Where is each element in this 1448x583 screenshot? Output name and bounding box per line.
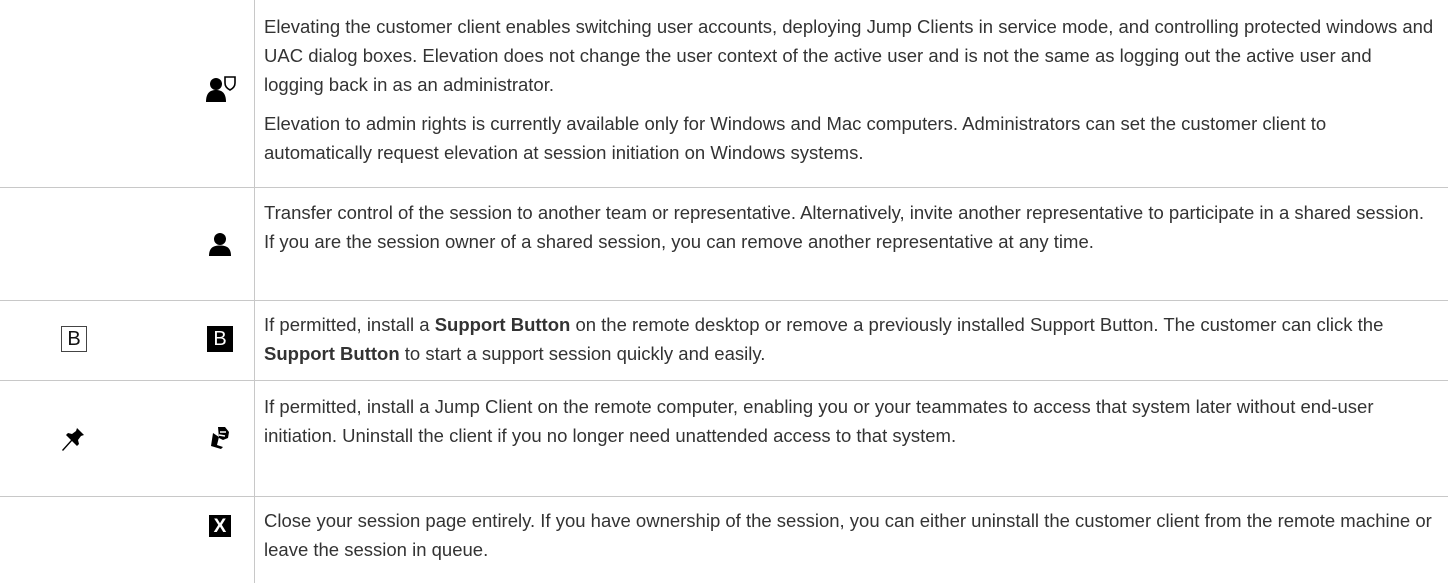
row-description: Transfer control of the session to anoth… bbox=[264, 198, 1434, 256]
unpin-icon[interactable] bbox=[209, 425, 231, 449]
description-paragraph: If permitted, install a Support Button o… bbox=[264, 310, 1434, 368]
icon-letter: B bbox=[61, 326, 87, 352]
table-row-close-session: X Close your session page entirely. If y… bbox=[0, 497, 1448, 583]
support-button-install-icon[interactable]: B bbox=[61, 326, 87, 352]
description-paragraph: Transfer control of the session to anoth… bbox=[264, 202, 1424, 252]
table-row-jump-client: If permitted, install a Jump Client on t… bbox=[0, 381, 1448, 497]
feature-table: Elevating the customer client enables sw… bbox=[0, 0, 1448, 583]
description-paragraph: Close your session page entirely. If you… bbox=[264, 510, 1432, 560]
row-description: If permitted, install a Support Button o… bbox=[264, 310, 1434, 368]
table-row-elevation: Elevating the customer client enables sw… bbox=[0, 0, 1448, 188]
text-segment: on the remote desktop or remove a previo… bbox=[570, 314, 1384, 335]
support-button-term: Support Button bbox=[264, 343, 400, 364]
row-description: Elevating the customer client enables sw… bbox=[264, 12, 1434, 167]
description-paragraph: Elevating the customer client enables sw… bbox=[264, 16, 1434, 95]
row-description: If permitted, install a Jump Client on t… bbox=[264, 392, 1434, 450]
support-button-remove-icon[interactable]: B bbox=[207, 326, 233, 352]
close-icon[interactable]: X bbox=[209, 515, 231, 537]
user-icon[interactable] bbox=[209, 232, 231, 256]
table-row-support-button: B B If permitted, install a Support Butt… bbox=[0, 301, 1448, 381]
text-segment: to start a support session quickly and e… bbox=[399, 343, 766, 364]
user-shield-icon[interactable] bbox=[206, 76, 236, 102]
text-segment: If permitted, install a bbox=[264, 314, 435, 335]
support-button-term: Support Button bbox=[434, 314, 571, 335]
pin-icon[interactable] bbox=[60, 424, 86, 452]
description-paragraph: Elevation to admin rights is currently a… bbox=[264, 113, 1327, 163]
description-paragraph: If permitted, install a Jump Client on t… bbox=[264, 396, 1374, 446]
row-description: Close your session page entirely. If you… bbox=[264, 506, 1434, 564]
icon-letter: B bbox=[207, 326, 233, 352]
icon-letter: X bbox=[209, 515, 231, 537]
table-row-transfer: Transfer control of the session to anoth… bbox=[0, 188, 1448, 301]
